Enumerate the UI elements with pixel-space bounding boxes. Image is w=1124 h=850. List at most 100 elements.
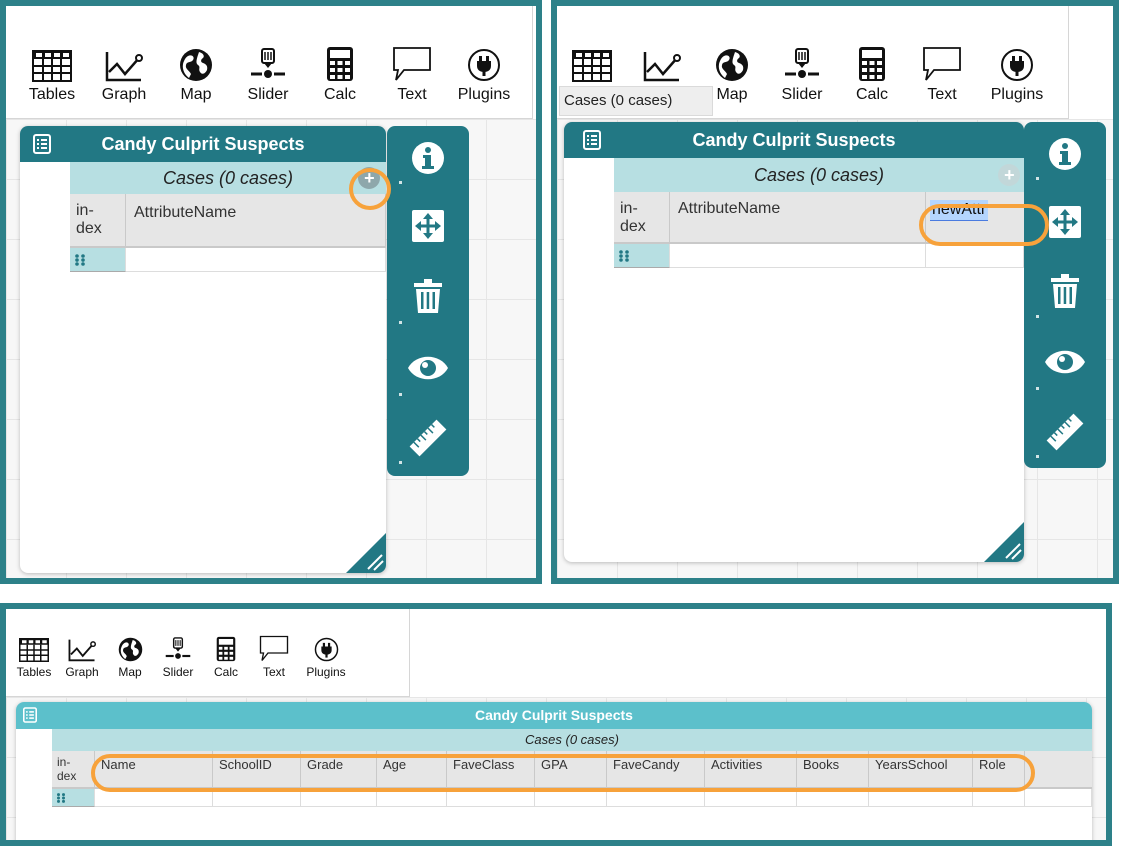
attribute-column-header[interactable]: AttributeName (126, 194, 386, 246)
table-row[interactable] (70, 248, 386, 272)
row-drag-handle[interactable] (614, 244, 670, 268)
visibility-button[interactable] (1024, 328, 1106, 400)
tool-text[interactable]: Text (907, 34, 977, 104)
info-button[interactable] (1024, 122, 1106, 190)
corner-mark (399, 461, 402, 464)
case-table-window[interactable]: Candy Culprit Suspects Cases (0 cases) +… (564, 122, 1024, 562)
tool-label: Map (118, 665, 142, 679)
tool-calc[interactable]: Calc (837, 34, 907, 104)
case-table-window[interactable]: Candy Culprit Suspects Cases (0 cases) +… (20, 126, 386, 573)
slider-icon (250, 48, 286, 82)
resize-handle[interactable] (984, 522, 1024, 562)
table-list-icon (22, 707, 38, 723)
globe-icon (715, 48, 749, 82)
tool-label: Plugins (306, 665, 346, 679)
eye-icon (1043, 347, 1087, 382)
tool-text[interactable]: Text (250, 625, 298, 679)
table-title-bar[interactable]: Candy Culprit Suspects (564, 122, 1024, 158)
row-drag-handle[interactable] (70, 248, 126, 272)
corner-mark (399, 393, 402, 396)
tool-label: Map (180, 86, 212, 103)
rescale-button[interactable] (387, 194, 469, 262)
attribute-column-header[interactable]: AttributeName (670, 192, 926, 242)
visibility-button[interactable] (387, 334, 469, 406)
info-button[interactable] (387, 126, 469, 194)
highlight-add-button (349, 168, 391, 210)
ruler-button[interactable] (387, 406, 469, 474)
tool-label: Graph (101, 86, 147, 103)
tool-plugins[interactable]: Plugins (448, 34, 520, 104)
corner-mark (1036, 315, 1039, 318)
tool-plugins[interactable]: Plugins (977, 34, 1057, 104)
table-title-bar[interactable]: Candy Culprit Suspects (20, 126, 386, 162)
empty-cell[interactable] (670, 244, 926, 268)
tool-slider[interactable]: Slider (232, 34, 304, 104)
inspector-panel (1024, 122, 1106, 468)
inspector-panel (387, 126, 469, 476)
tool-graph[interactable]: Graph (88, 34, 160, 104)
tool-map[interactable]: Map (106, 625, 154, 679)
table-list-icon (32, 134, 52, 154)
toolbar: Tables Graph Map Slider Calc (6, 609, 410, 697)
header-filler (1025, 751, 1092, 787)
tooltip: Cases (0 cases) (559, 86, 713, 116)
cases-label: Cases (0 cases) (162, 168, 294, 188)
row-drag-handle[interactable] (52, 789, 95, 807)
delete-button[interactable] (1024, 258, 1106, 328)
tool-label: Plugins (990, 86, 1044, 103)
cases-label: Cases (0 cases) (753, 165, 885, 185)
corner-mark (1036, 387, 1039, 390)
table-title: Candy Culprit Suspects (692, 130, 896, 150)
plug-icon (1000, 48, 1034, 82)
ruler-icon (1046, 413, 1084, 456)
ruler-button[interactable] (1024, 400, 1106, 468)
empty-cell[interactable] (1025, 789, 1092, 807)
globe-icon (179, 48, 213, 82)
tool-tables[interactable]: Tables (16, 34, 88, 104)
corner-mark (1036, 455, 1039, 458)
tool-calc[interactable]: Calc (202, 625, 250, 679)
graph-icon (105, 50, 143, 82)
tool-graph[interactable]: Graph (58, 625, 106, 679)
table-list-icon (582, 130, 602, 150)
index-column-header: in- dex (70, 194, 126, 246)
resize-handle[interactable] (346, 533, 386, 573)
add-attribute-button[interactable]: + (998, 164, 1020, 186)
calculator-icon (858, 46, 886, 82)
tool-calc[interactable]: Calc (304, 34, 376, 104)
column-header-row: in- dex AttributeName (70, 194, 386, 248)
table-title: Candy Culprit Suspects (475, 707, 633, 723)
tool-label: Calc (855, 86, 888, 103)
tool-text[interactable]: Text (376, 34, 448, 104)
calculator-icon (326, 46, 354, 82)
tool-plugins[interactable]: Plugins (298, 625, 354, 679)
tool-label: Calc (213, 665, 238, 679)
toolbar: Tables Graph Map Slider Calc (6, 6, 533, 119)
plug-icon (314, 637, 339, 662)
table-icon (19, 638, 49, 662)
tool-slider[interactable]: Slider (767, 34, 837, 104)
tool-slider[interactable]: Slider (154, 625, 202, 679)
calculator-icon (216, 636, 236, 662)
info-icon (1048, 137, 1082, 176)
tool-label: Map (716, 86, 748, 103)
cases-header: Cases (0 cases) (52, 729, 1092, 751)
ruler-icon (409, 419, 447, 462)
tool-tables[interactable]: Tables (10, 625, 58, 679)
tool-label: Graph (65, 665, 99, 679)
table-row[interactable] (614, 244, 1024, 268)
trash-icon (1051, 273, 1079, 313)
delete-button[interactable] (387, 262, 469, 334)
table-title-bar[interactable]: Candy Culprit Suspects (16, 702, 1092, 729)
empty-cell[interactable] (926, 244, 1024, 268)
tool-map[interactable]: Map (160, 34, 232, 104)
cases-header: Cases (0 cases) + (614, 158, 1024, 192)
empty-cell[interactable] (126, 248, 386, 272)
speech-bubble-icon (259, 635, 289, 662)
graph-icon (68, 638, 96, 662)
cases-label: Cases (0 cases) (525, 732, 619, 747)
table-title: Candy Culprit Suspects (101, 134, 305, 154)
globe-icon (118, 637, 143, 662)
trash-icon (414, 278, 442, 318)
move-arrows-icon (412, 209, 444, 247)
